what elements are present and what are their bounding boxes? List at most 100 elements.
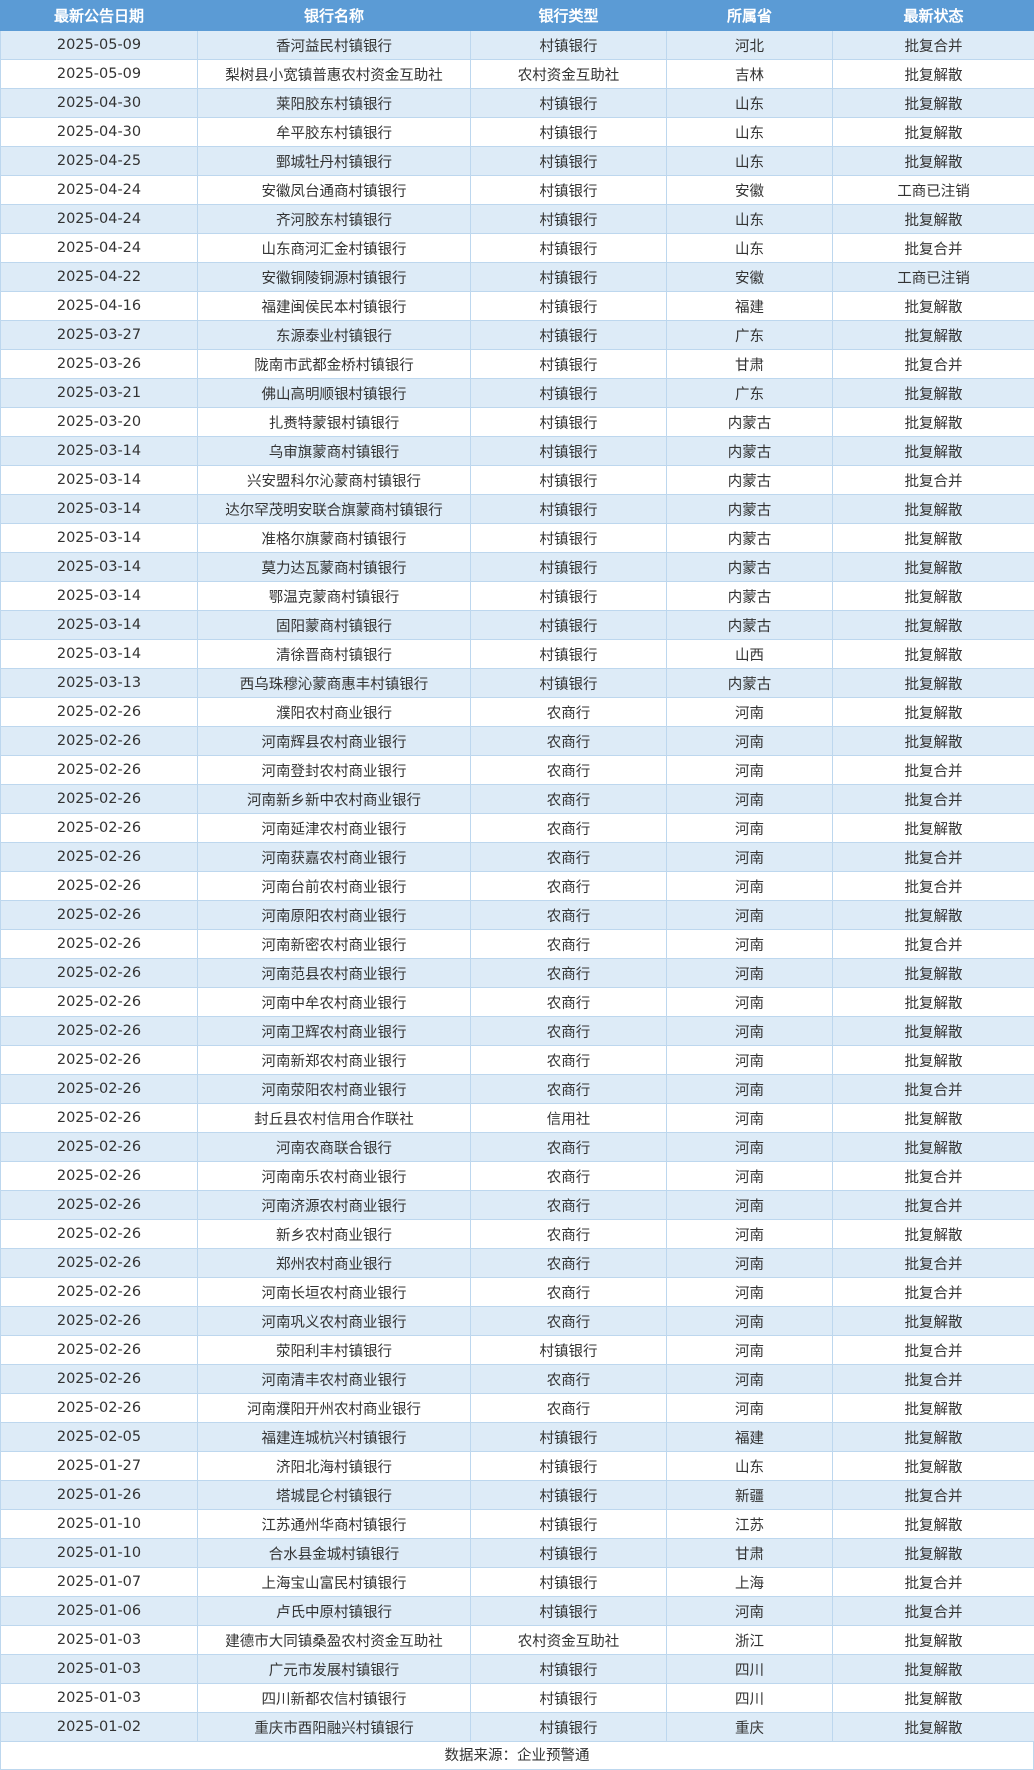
column-header-announcement-date[interactable]: 最新公告日期	[0, 0, 198, 31]
cell-status: 批复合并	[832, 871, 1034, 901]
cell-bank-name: 河南延津农村商业银行	[197, 813, 471, 843]
table-row: 2025-03-21 佛山高明顺银村镇银行 村镇银行 广东 批复解散	[0, 378, 1034, 408]
table-row: 2025-02-26 河南新乡新中农村商业银行 农商行 河南 批复合并	[0, 784, 1034, 814]
cell-bank-name: 建德市大同镇桑盈农村资金互助社	[197, 1625, 471, 1655]
cell-announcement-date: 2025-03-14	[0, 581, 198, 611]
cell-announcement-date: 2025-03-14	[0, 610, 198, 640]
cell-status: 批复合并	[832, 755, 1034, 785]
table-row: 2025-02-05 福建连城杭兴村镇银行 村镇银行 福建 批复解散	[0, 1422, 1034, 1452]
column-header-bank-name[interactable]: 银行名称	[197, 0, 471, 31]
cell-bank-type: 农商行	[470, 1277, 667, 1307]
cell-status: 批复解散	[832, 1045, 1034, 1075]
cell-announcement-date: 2025-02-26	[0, 1219, 198, 1249]
table-row: 2025-03-14 鄂温克蒙商村镇银行 村镇银行 内蒙古 批复解散	[0, 581, 1034, 611]
cell-bank-name: 莫力达瓦蒙商村镇银行	[197, 552, 471, 582]
cell-province: 河南	[666, 726, 833, 756]
cell-province: 山东	[666, 88, 833, 118]
cell-status: 批复合并	[832, 465, 1034, 495]
table-row: 2025-04-22 安徽铜陵铜源村镇银行 村镇银行 安徽 工商已注销	[0, 262, 1034, 292]
cell-announcement-date: 2025-02-26	[0, 929, 198, 959]
cell-bank-name: 封丘县农村信用合作联社	[197, 1103, 471, 1133]
cell-announcement-date: 2025-02-26	[0, 1190, 198, 1220]
cell-bank-type: 村镇银行	[470, 1654, 667, 1684]
cell-announcement-date: 2025-02-26	[0, 1016, 198, 1046]
cell-province: 山东	[666, 233, 833, 263]
cell-announcement-date: 2025-02-26	[0, 1277, 198, 1307]
cell-bank-name: 郑州农村商业银行	[197, 1248, 471, 1278]
cell-status: 批复解散	[832, 987, 1034, 1017]
cell-province: 河南	[666, 1190, 833, 1220]
cell-status: 批复解散	[832, 1683, 1034, 1713]
cell-province: 河南	[666, 813, 833, 843]
cell-status: 批复合并	[832, 1248, 1034, 1278]
cell-announcement-date: 2025-01-03	[0, 1625, 198, 1655]
cell-announcement-date: 2025-03-14	[0, 552, 198, 582]
cell-bank-name: 河南新密农村商业银行	[197, 929, 471, 959]
cell-bank-type: 农商行	[470, 784, 667, 814]
cell-status: 批复合并	[832, 349, 1034, 379]
cell-province: 河南	[666, 697, 833, 727]
table-row: 2025-02-26 河南荥阳农村商业银行 农商行 河南 批复合并	[0, 1074, 1034, 1104]
cell-bank-type: 农商行	[470, 1364, 667, 1394]
table-row: 2025-02-26 河南新郑农村商业银行 农商行 河南 批复解散	[0, 1045, 1034, 1075]
cell-status: 批复解散	[832, 958, 1034, 988]
cell-announcement-date: 2025-04-22	[0, 262, 198, 292]
table-row: 2025-03-14 莫力达瓦蒙商村镇银行 村镇银行 内蒙古 批复解散	[0, 552, 1034, 582]
column-header-province[interactable]: 所属省	[666, 0, 833, 31]
cell-province: 河南	[666, 1393, 833, 1423]
cell-announcement-date: 2025-02-26	[0, 784, 198, 814]
cell-bank-type: 农商行	[470, 726, 667, 756]
cell-bank-name: 济阳北海村镇银行	[197, 1451, 471, 1481]
cell-announcement-date: 2025-01-10	[0, 1509, 198, 1539]
cell-bank-name: 福建连城杭兴村镇银行	[197, 1422, 471, 1452]
cell-status: 批复解散	[832, 494, 1034, 524]
table-row: 2025-03-14 乌审旗蒙商村镇银行 村镇银行 内蒙古 批复解散	[0, 436, 1034, 466]
cell-status: 批复解散	[832, 407, 1034, 437]
cell-bank-type: 村镇银行	[470, 1567, 667, 1597]
cell-province: 河南	[666, 1277, 833, 1307]
cell-province: 河南	[666, 1306, 833, 1336]
cell-bank-type: 村镇银行	[470, 1480, 667, 1510]
cell-status: 批复合并	[832, 1364, 1034, 1394]
cell-status: 批复解散	[832, 1712, 1034, 1742]
cell-announcement-date: 2025-03-13	[0, 668, 198, 698]
cell-announcement-date: 2025-05-09	[0, 59, 198, 89]
cell-province: 河南	[666, 987, 833, 1017]
cell-announcement-date: 2025-02-26	[0, 958, 198, 988]
column-header-bank-type[interactable]: 银行类型	[470, 0, 667, 31]
data-source-note: 数据来源：企业预警通	[0, 1742, 1034, 1770]
cell-province: 内蒙古	[666, 610, 833, 640]
cell-status: 批复解散	[832, 523, 1034, 553]
cell-announcement-date: 2025-02-26	[0, 1335, 198, 1365]
cell-announcement-date: 2025-03-14	[0, 465, 198, 495]
cell-bank-type: 农商行	[470, 755, 667, 785]
table-row: 2025-01-03 广元市发展村镇银行 村镇银行 四川 批复解散	[0, 1654, 1034, 1684]
table-row: 2025-03-14 固阳蒙商村镇银行 村镇银行 内蒙古 批复解散	[0, 610, 1034, 640]
cell-bank-type: 村镇银行	[470, 349, 667, 379]
cell-bank-type: 农商行	[470, 958, 667, 988]
table-row: 2025-01-07 上海宝山富民村镇银行 村镇银行 上海 批复合并	[0, 1567, 1034, 1597]
cell-status: 批复合并	[832, 1074, 1034, 1104]
cell-province: 四川	[666, 1654, 833, 1684]
cell-announcement-date: 2025-05-09	[0, 30, 198, 60]
cell-bank-name: 齐河胶东村镇银行	[197, 204, 471, 234]
cell-bank-name: 新乡农村商业银行	[197, 1219, 471, 1249]
cell-province: 河南	[666, 958, 833, 988]
table-row: 2025-03-27 东源泰业村镇银行 村镇银行 广东 批复解散	[0, 320, 1034, 350]
cell-bank-name: 安徽凤台通商村镇银行	[197, 175, 471, 205]
cell-province: 内蒙古	[666, 668, 833, 698]
cell-status: 批复解散	[832, 668, 1034, 698]
cell-status: 批复解散	[832, 146, 1034, 176]
cell-bank-type: 村镇银行	[470, 1335, 667, 1365]
cell-bank-name: 清徐晋商村镇银行	[197, 639, 471, 669]
table-row: 2025-04-24 安徽凤台通商村镇银行 村镇银行 安徽 工商已注销	[0, 175, 1034, 205]
cell-bank-type: 村镇银行	[470, 204, 667, 234]
cell-bank-type: 农商行	[470, 813, 667, 843]
cell-status: 批复合并	[832, 233, 1034, 263]
cell-status: 批复解散	[832, 813, 1034, 843]
cell-announcement-date: 2025-02-26	[0, 987, 198, 1017]
cell-province: 上海	[666, 1567, 833, 1597]
cell-bank-name: 上海宝山富民村镇银行	[197, 1567, 471, 1597]
cell-status: 批复解散	[832, 378, 1034, 408]
column-header-status[interactable]: 最新状态	[832, 0, 1034, 31]
